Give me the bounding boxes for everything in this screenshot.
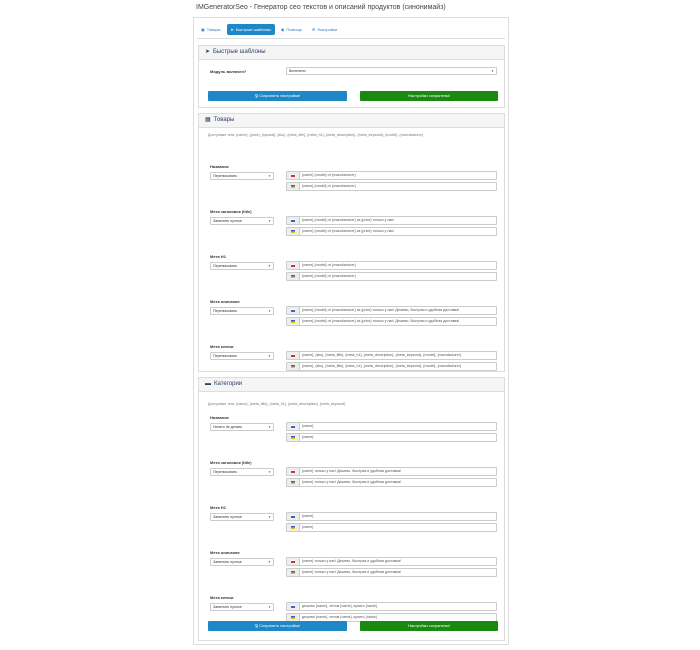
page-title: IMGeneratorSeo - Генератор сео текстов и…	[196, 4, 446, 11]
flag-uk-icon	[287, 614, 300, 621]
template-input-ru[interactable]: {name} {model} от {manufacturer}	[286, 171, 497, 180]
template-input-ru[interactable]: {name} только у нас! Дешево, быстрая и у…	[286, 467, 497, 476]
template-input-uk[interactable]: {name}	[286, 523, 497, 532]
paper-plane-icon: ➤	[230, 27, 234, 32]
box-icon: ▣	[201, 27, 205, 32]
template-input-uk[interactable]: {name} {model} от {manufacturer}	[286, 272, 497, 281]
quick-templates-panel: ➤ Быстрые шаблоны Модуль включен? Включен…	[198, 45, 505, 108]
eye-icon: ◉	[280, 27, 285, 32]
flag-uk-icon	[287, 524, 300, 531]
field-label: Мета H1	[210, 254, 226, 259]
template-input-uk[interactable]: {name} {model} от {manufacturer} за {pri…	[286, 227, 497, 236]
flag-uk-icon	[287, 479, 300, 486]
flag-uk-icon	[287, 434, 300, 441]
template-input-uk[interactable]: {name} {model} от {manufacturer} за {pri…	[286, 317, 497, 326]
template-input-ru[interactable]: дешево {name}, летом {name}, купить {nam…	[286, 602, 497, 611]
field-label: Мета описание	[210, 550, 240, 555]
flag-ru-icon	[287, 217, 300, 224]
chevron-down-icon: ▼	[268, 219, 271, 223]
mode-select[interactable]: Переписывать ▼	[210, 307, 274, 315]
field-label: Мета H1	[210, 505, 226, 510]
field-label: Мета ключи	[210, 344, 234, 349]
products-panel: ▦ Товары Доступные теги: {name}, {price},…	[198, 113, 505, 372]
field-label: Мета описание	[210, 299, 240, 304]
paper-plane-icon: ➤	[205, 49, 211, 55]
mode-select[interactable]: Переписывать ▼	[210, 262, 274, 270]
chevron-down-icon: ▼	[491, 69, 494, 73]
available-tags-hint: Доступные теги: {name}, {price}, {specia…	[208, 133, 423, 137]
template-input-ru[interactable]: {name}	[286, 422, 497, 431]
flag-ru-icon	[287, 423, 300, 430]
template-input-ru[interactable]: {name}	[286, 512, 497, 521]
flag-uk-icon	[287, 569, 300, 576]
mode-select[interactable]: Переписывать ▼	[210, 352, 274, 360]
tab-settings[interactable]: ⚙ Настройки	[308, 24, 341, 35]
flag-ru-icon	[287, 468, 300, 475]
flag-uk-icon	[287, 363, 300, 370]
tab-help[interactable]: ◉ Помощь	[277, 24, 306, 35]
field-label: Мета заголовок (title)	[210, 209, 252, 214]
flag-uk-icon	[287, 183, 300, 190]
chevron-down-icon: ▼	[268, 470, 271, 474]
folder-icon: ▬	[205, 381, 211, 387]
field-label: Название	[210, 415, 229, 420]
tab-products[interactable]: ▣ Товары	[197, 24, 225, 35]
available-tags-hint: Доступные теги: {name}, {meta_title}, {m…	[208, 402, 346, 406]
chevron-down-icon: ▼	[268, 515, 271, 519]
chevron-down-icon: ▼	[268, 174, 271, 178]
chevron-down-icon: ▼	[268, 309, 271, 313]
template-input-ru[interactable]: {name}, {sku}, {meta_title}, {meta_h1}, …	[286, 351, 497, 360]
template-input-uk[interactable]: {name}	[286, 433, 497, 442]
flag-ru-icon	[287, 262, 300, 269]
template-input-uk[interactable]: {name}, {sku}, {meta_title}, {meta_h1}, …	[286, 362, 497, 371]
settings-saved-button[interactable]: Настройки сохранены!	[360, 621, 498, 631]
flag-ru-icon	[287, 352, 300, 359]
flag-uk-icon	[287, 318, 300, 325]
field-label: Название	[210, 164, 229, 169]
chevron-down-icon: ▼	[268, 605, 271, 609]
template-input-ru[interactable]: {name} {model} от {manufacturer}	[286, 261, 497, 270]
chevron-down-icon: ▼	[268, 264, 271, 268]
module-enabled-label: Модуль включен?	[210, 69, 247, 74]
categories-panel: ▬ Категории Доступные теги: {name}, {meta…	[198, 377, 505, 641]
flag-ru-icon	[287, 172, 300, 179]
settings-saved-button[interactable]: Настройки сохранены!	[360, 91, 498, 101]
save-settings-button[interactable]: 🖫 Сохранить настройки!	[208, 91, 347, 101]
flag-ru-icon	[287, 603, 300, 610]
tab-divider	[197, 38, 505, 39]
flag-ru-icon	[287, 307, 300, 314]
chevron-down-icon: ▼	[268, 425, 271, 429]
module-enabled-select[interactable]: Включено ▼	[286, 67, 497, 75]
save-settings-button[interactable]: 🖫 Сохранить настройки!	[208, 621, 347, 631]
field-label: Мета заголовок (title)	[210, 460, 252, 465]
template-input-ru[interactable]: {name} только у нас! Дешево, быстрая и у…	[286, 557, 497, 566]
mode-select[interactable]: Заменить пустые ▼	[210, 513, 274, 521]
flag-uk-icon	[287, 273, 300, 280]
chevron-down-icon: ▼	[268, 560, 271, 564]
settings-container: ▣ Товары ➤ Быстрые шаблоны ◉ Помощь ⚙ Настро…	[193, 17, 509, 645]
chevron-down-icon: ▼	[268, 354, 271, 358]
template-input-uk[interactable]: {name} только у нас! Дешево, быстрая и у…	[286, 478, 497, 487]
panel-heading: ▬ Категории	[199, 378, 504, 392]
template-input-ru[interactable]: {name} {model} от {manufacturer} за {pri…	[286, 306, 497, 315]
flag-ru-icon	[287, 558, 300, 565]
flag-uk-icon	[287, 228, 300, 235]
field-label: Мета ключи	[210, 595, 234, 600]
mode-select[interactable]: Заменить пустые ▼	[210, 558, 274, 566]
panel-heading: ▦ Товары	[199, 114, 504, 128]
mode-select[interactable]: Заменить пустые ▼	[210, 603, 274, 611]
tab-bar: ▣ Товары ➤ Быстрые шаблоны ◉ Помощь ⚙ Настро…	[197, 24, 341, 37]
boxes-icon: ▦	[205, 117, 211, 123]
template-input-uk[interactable]: {name} только у нас! Дешево, быстрая и у…	[286, 568, 497, 577]
mode-select[interactable]: Переписывать ▼	[210, 468, 274, 476]
tab-quick-templates[interactable]: ➤ Быстрые шаблоны	[226, 24, 275, 35]
gear-icon: ⚙	[311, 27, 316, 32]
mode-select[interactable]: Заменить пустые ▼	[210, 217, 274, 225]
template-input-ru[interactable]: {name} {model} от {manufacturer} за {pri…	[286, 216, 497, 225]
flag-ru-icon	[287, 513, 300, 520]
mode-select[interactable]: Ничего не делать ▼	[210, 423, 274, 431]
mode-select[interactable]: Переписывать ▼	[210, 172, 274, 180]
template-input-uk[interactable]: {name} {model} от {manufacturer}	[286, 182, 497, 191]
panel-heading: ➤ Быстрые шаблоны	[199, 46, 504, 60]
